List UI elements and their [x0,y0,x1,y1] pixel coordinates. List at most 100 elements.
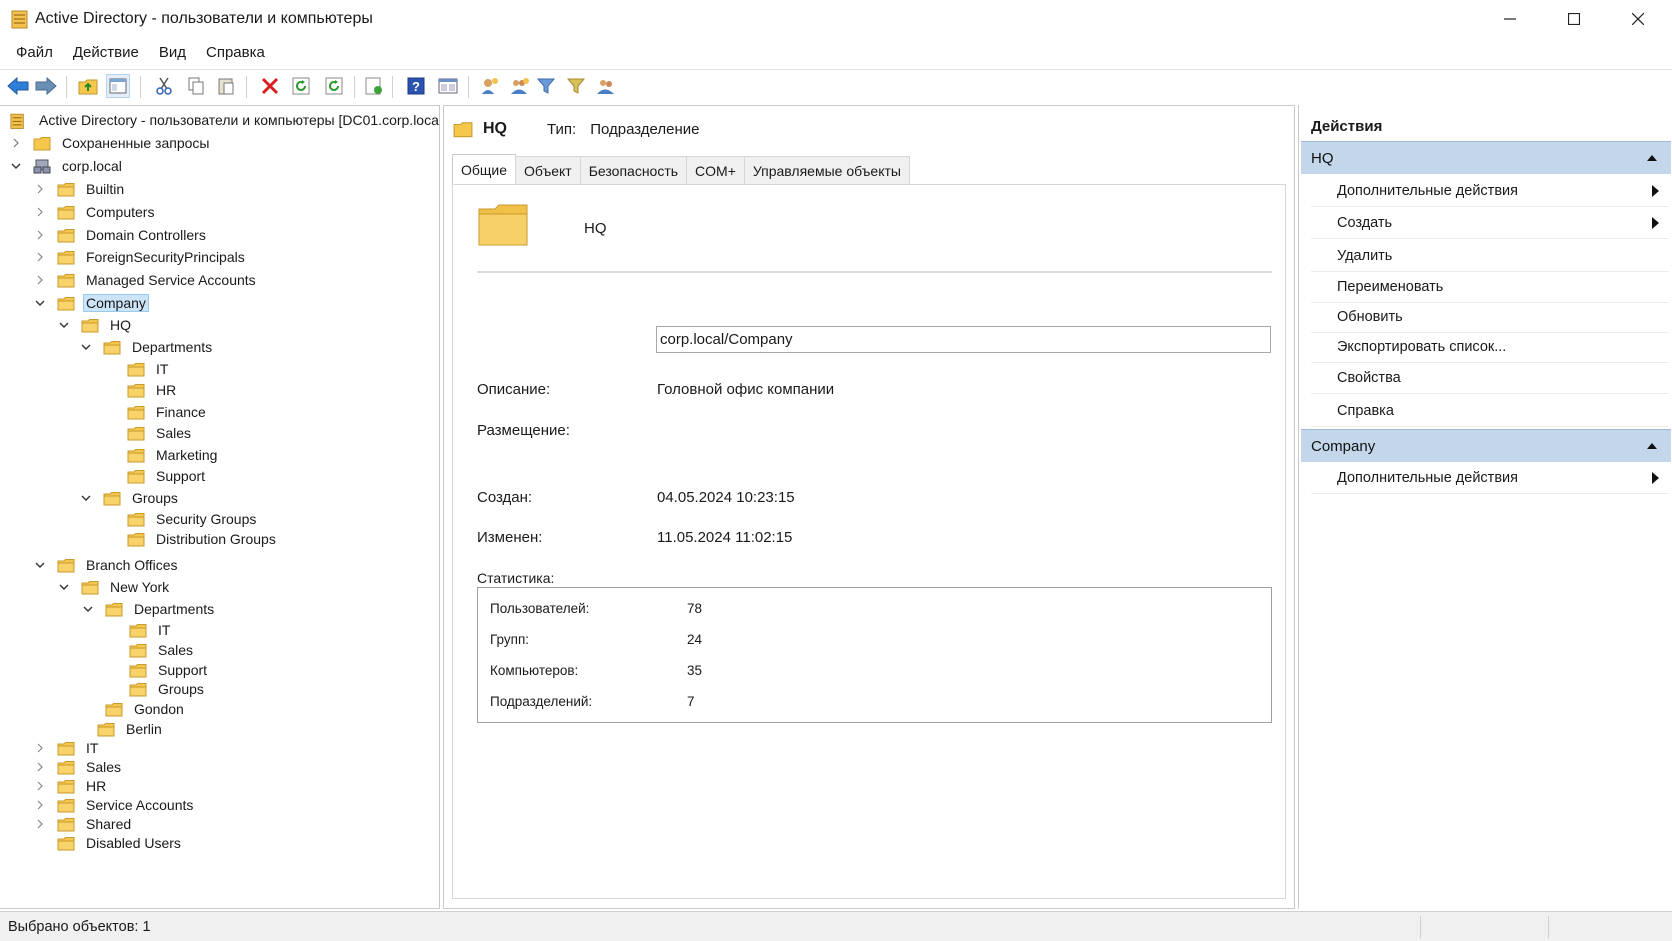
export-button[interactable] [322,74,346,98]
menu-file[interactable]: Файл [16,42,53,66]
chevron-right-icon[interactable] [34,251,46,263]
tree-item[interactable]: Branch Offices [34,554,181,576]
menu-view[interactable]: Вид [159,42,186,66]
delete-button[interactable] [258,74,282,98]
chevron-down-icon[interactable] [58,581,70,593]
chevron-down-icon[interactable] [80,492,92,504]
action-group-company[interactable]: Company [1301,429,1671,462]
menu-action[interactable]: Действие [73,42,139,66]
action-item[interactable]: Удалить [1311,240,1669,272]
minimize-button[interactable] [1478,0,1542,38]
copy-button[interactable] [184,74,208,98]
tree-item[interactable]: Disabled Users [34,832,184,854]
back-button[interactable] [6,74,30,98]
tree-item[interactable]: Managed Service Accounts [34,269,259,291]
tree-item[interactable]: Builtin [34,178,127,200]
tree-item[interactable]: New York [58,576,172,598]
paste-button[interactable] [214,74,238,98]
chevron-right-icon[interactable] [34,761,46,773]
action-group-hq[interactable]: HQ [1301,141,1671,174]
action-item[interactable]: Свойства [1311,362,1669,394]
collapse-up-icon[interactable] [1647,442,1657,449]
tree-root[interactable]: Active Directory - пользователи и компью… [10,109,439,131]
tab-managed-objects[interactable]: Управляемые объекты [743,156,910,184]
tree-item[interactable]: Distribution Groups [104,528,279,550]
action-item[interactable]: Создать [1311,207,1669,239]
collapse-up-icon[interactable] [1647,154,1657,161]
tree-item[interactable]: Company [34,292,149,314]
forward-button[interactable] [34,74,58,98]
cut-icon [156,77,172,95]
action-item[interactable]: Переименовать [1311,271,1669,303]
menu-help[interactable]: Справка [206,42,265,66]
tree-item-label: Departments [132,339,213,355]
tree-item[interactable]: Groups [80,487,181,509]
chevron-right-icon[interactable] [10,137,22,149]
folder-icon [57,273,75,287]
cut-button[interactable] [152,74,176,98]
refresh-button[interactable] [289,74,313,98]
chevron-right-icon[interactable] [34,780,46,792]
properties-button[interactable] [362,74,386,98]
action-group-label: Company [1311,437,1376,455]
tree-item-label: IT [158,622,171,638]
chevron-down-icon[interactable] [34,559,46,571]
chevron-down-icon[interactable] [80,341,92,353]
chevron-down-icon[interactable] [82,603,94,615]
chevron-right-icon[interactable] [34,818,46,830]
action-item[interactable]: Обновить [1311,301,1669,333]
action-item[interactable]: Экспортировать список... [1311,331,1669,363]
action-item[interactable]: Дополнительные действия [1311,175,1669,207]
filter-button[interactable] [534,74,558,98]
add-to-group-button[interactable] [594,74,618,98]
tree-item[interactable]: Sales [106,639,196,661]
chevron-right-icon[interactable] [34,183,46,195]
tree-item-label: Support [158,662,208,678]
chevron-right-icon[interactable] [34,274,46,286]
tree-item[interactable]: Marketing [104,444,220,466]
help-button[interactable]: ? [404,74,428,98]
tree-item[interactable]: HQ [58,314,134,336]
location-field[interactable] [656,326,1271,353]
tree-item[interactable]: Computers [34,201,157,223]
show-console-button[interactable] [436,74,460,98]
find-button[interactable] [564,74,588,98]
tree-item-saved-queries[interactable]: Сохраненные запросы [10,132,212,154]
tree-item[interactable]: Departments [80,336,215,358]
tree-item[interactable]: Departments [82,598,217,620]
tab-security[interactable]: Безопасность [579,156,688,184]
tab-general[interactable]: Общие [452,154,517,184]
chevron-down-icon[interactable] [34,297,46,309]
maximize-button[interactable] [1542,0,1606,38]
tree-item[interactable]: ForeignSecurityPrincipals [34,246,248,268]
tab-com[interactable]: COM+ [686,156,745,184]
tree-item[interactable]: Support [104,465,208,487]
show-tree-button[interactable] [106,74,130,98]
chevron-right-icon[interactable] [34,799,46,811]
tree-item[interactable]: HR [104,379,179,401]
close-button[interactable] [1606,0,1670,38]
stat-ous-label: Подразделений: [490,694,593,709]
tree-item[interactable]: Security Groups [104,508,259,530]
chevron-right-icon[interactable] [34,742,46,754]
tree-item[interactable]: Groups [106,678,207,700]
tree-item[interactable]: Gondon [82,698,187,720]
new-user-icon [482,78,498,94]
tree-item[interactable]: Finance [104,401,209,423]
chevron-down-icon[interactable] [58,319,70,331]
tree-item[interactable]: IT [104,358,171,380]
up-level-button[interactable] [76,74,100,98]
chevron-right-icon[interactable] [34,229,46,241]
tab-object[interactable]: Объект [515,156,581,184]
tree-item[interactable]: Domain Controllers [34,224,209,246]
tree-item-domain[interactable]: corp.local [10,155,125,177]
folder-icon [127,469,145,483]
new-user-button[interactable] [478,74,502,98]
action-item[interactable]: Справка [1311,395,1669,427]
tree-item[interactable]: IT [106,619,173,641]
action-item[interactable]: Дополнительные действия [1311,462,1669,494]
tree-item[interactable]: Sales [104,422,194,444]
chevron-right-icon[interactable] [34,206,46,218]
chevron-down-icon[interactable] [10,160,22,172]
new-group-button[interactable] [508,74,532,98]
